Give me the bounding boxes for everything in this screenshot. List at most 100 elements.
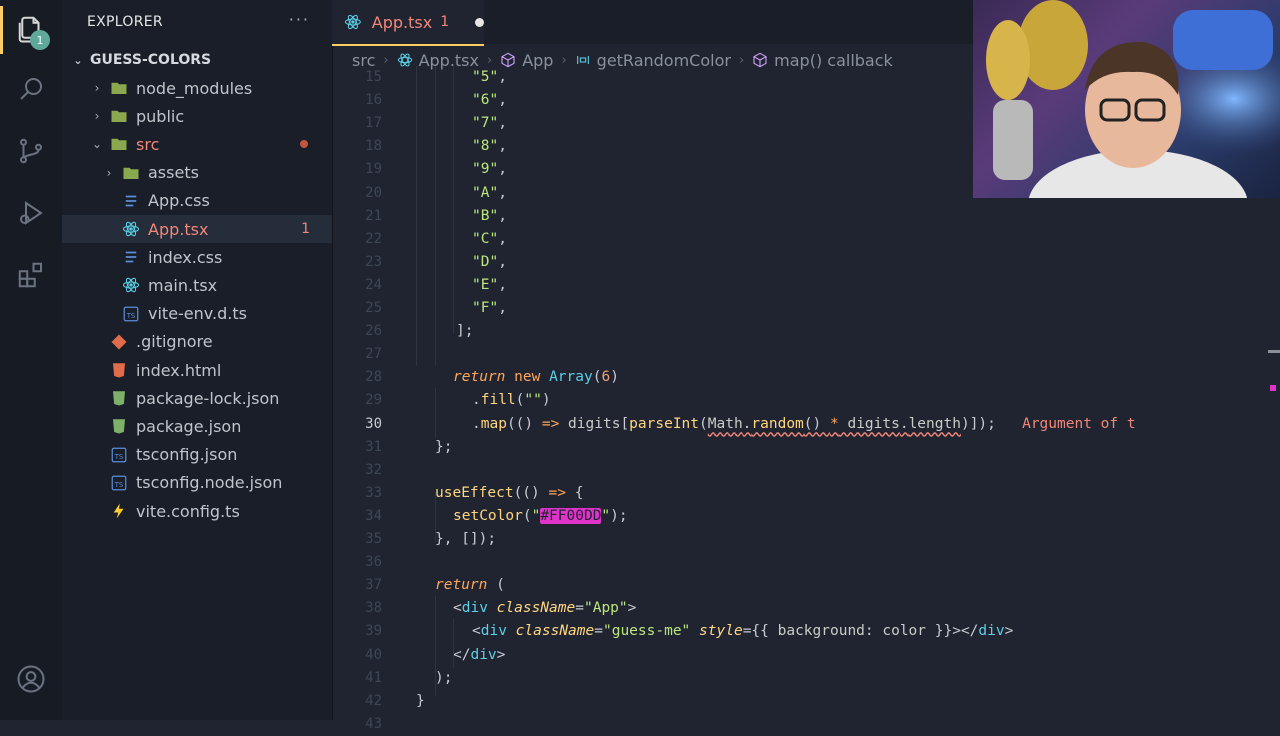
- code-line[interactable]: 41);: [332, 667, 1280, 690]
- indent-guide: [453, 66, 454, 334]
- code-line[interactable]: 29 .fill(""): [332, 389, 1280, 412]
- tree-item-node-modules[interactable]: › node_modules: [62, 74, 332, 102]
- code-text: return (: [435, 577, 505, 594]
- code-line[interactable]: 40 </div>: [332, 644, 1280, 667]
- code-line[interactable]: 26];: [332, 320, 1280, 343]
- react-icon: [344, 14, 361, 30]
- code-line[interactable]: 38 <div className="App">: [332, 597, 1280, 620]
- tree-item-label: src: [136, 134, 160, 154]
- workspace-root[interactable]: ⌄ GUESS-COLORS: [62, 48, 332, 72]
- git-icon: [110, 333, 128, 351]
- indent-guide: [435, 388, 436, 438]
- code-line[interactable]: 36: [332, 551, 1280, 574]
- explorer-badge: 1: [30, 30, 50, 50]
- tree-item-app-css[interactable]: App.css: [62, 187, 332, 215]
- code-text: useEffect(() => {: [435, 484, 584, 501]
- tree-item-vite-env-d-ts[interactable]: TS vite-env.d.ts: [62, 300, 332, 328]
- code-line[interactable]: 34 setColor("#FF00DD");: [332, 505, 1280, 528]
- code-line[interactable]: 31};: [332, 436, 1280, 459]
- code-text: );: [435, 669, 453, 686]
- chevron-right-icon: ›: [94, 109, 100, 124]
- extensions-icon[interactable]: [14, 258, 48, 292]
- explorer-sidebar: EXPLORER ··· ⌄ GUESS-COLORS › node_module…: [62, 0, 333, 720]
- code-text: };: [435, 438, 453, 455]
- tree-item-src[interactable]: ⌄ src: [62, 130, 332, 158]
- more-actions-icon[interactable]: ···: [289, 10, 310, 29]
- code-line[interactable]: 32: [332, 459, 1280, 482]
- run-debug-icon[interactable]: [14, 196, 48, 230]
- tree-item-public[interactable]: › public: [62, 102, 332, 130]
- line-number: 30: [365, 415, 382, 432]
- code-text: "D",: [472, 253, 507, 270]
- line-number: 25: [365, 300, 382, 316]
- line-number: 31: [365, 438, 382, 455]
- code-line[interactable]: 25 "F",: [332, 297, 1280, 320]
- tree-item-label: main.tsx: [148, 275, 218, 295]
- folder-icon: [110, 79, 128, 97]
- account-icon[interactable]: [14, 662, 48, 696]
- indent-guide: [435, 492, 436, 542]
- workspace-root-label: GUESS-COLORS: [90, 52, 212, 68]
- code-line[interactable]: 30 .map(() => digits[parseInt(Math.random…: [332, 413, 1280, 436]
- chevron-down-icon: ⌄: [73, 53, 83, 67]
- line-number: 16: [365, 92, 382, 109]
- tree-item-label: tsconfig.node.json: [136, 473, 283, 493]
- tree-item-tsconfig-json[interactable]: TS tsconfig.json: [62, 441, 332, 469]
- tab-problem-count: 1: [440, 14, 450, 30]
- tree-item-assets[interactable]: › assets: [62, 159, 332, 187]
- code-line[interactable]: 33 useEffect(() => {: [332, 482, 1280, 505]
- line-number: 21: [365, 207, 382, 224]
- code-line[interactable]: 22 "C",: [332, 228, 1280, 251]
- typescript-icon: TS: [110, 446, 128, 464]
- code-line[interactable]: 24 "E",: [332, 274, 1280, 297]
- code-line[interactable]: 21 "B",: [332, 205, 1280, 228]
- tree-item-label: package.json: [136, 416, 242, 436]
- tree-item-package-lock-json[interactable]: package-lock.json: [62, 384, 332, 412]
- tree-item-index-html[interactable]: index.html: [62, 356, 332, 384]
- search-icon[interactable]: [14, 72, 48, 106]
- tree-item-label: index.html: [136, 360, 222, 380]
- code-text: .map(() => digits[parseInt(Math.random()…: [472, 415, 1136, 432]
- code-line[interactable]: 35}, []);: [332, 528, 1280, 551]
- code-line[interactable]: 27: [332, 343, 1280, 366]
- react-icon: [122, 220, 140, 238]
- tree-item-tsconfig-node-json[interactable]: TS tsconfig.node.json: [62, 469, 332, 497]
- code-line[interactable]: 42}: [332, 690, 1280, 713]
- tree-item-gitignore[interactable]: .gitignore: [62, 328, 332, 356]
- code-text: ];: [456, 323, 474, 340]
- line-number: 15: [365, 69, 382, 85]
- source-control-icon[interactable]: [14, 134, 48, 168]
- code-text: return new Array(6): [453, 369, 619, 386]
- unsaved-dot-icon[interactable]: [475, 17, 484, 27]
- tree-item-package-json[interactable]: package.json: [62, 412, 332, 440]
- code-line[interactable]: 23 "D",: [332, 251, 1280, 274]
- typescript-icon: TS: [122, 305, 140, 323]
- code-line[interactable]: 28 return new Array(6): [332, 366, 1280, 389]
- code-line[interactable]: 39 <div className="guess-me" style={{ bac…: [332, 620, 1280, 643]
- code-line[interactable]: 43: [332, 713, 1280, 736]
- scrollbar-marker: [1270, 385, 1276, 391]
- react-icon: [122, 276, 140, 294]
- tree-item-app-tsx[interactable]: App.tsx 1: [62, 215, 332, 243]
- tree-item-main-tsx[interactable]: main.tsx: [62, 271, 332, 299]
- vite-icon: [110, 502, 128, 520]
- tab-app-tsx[interactable]: App.tsx 1: [332, 0, 484, 46]
- line-number: 26: [365, 323, 382, 340]
- code-text: "A",: [472, 184, 507, 201]
- folder-icon: [122, 164, 140, 182]
- tree-item-vite-config-ts[interactable]: vite.config.ts: [62, 497, 332, 525]
- svg-text:TS: TS: [114, 481, 123, 489]
- tree-item-label: node_modules: [136, 78, 253, 98]
- activity-bar: 1: [0, 0, 62, 720]
- code-text: "8",: [472, 138, 507, 155]
- tree-item-index-css[interactable]: index.css: [62, 243, 332, 271]
- chevron-down-icon: ⌄: [91, 137, 103, 152]
- indent-guide: [416, 66, 417, 366]
- line-number: 27: [365, 346, 382, 363]
- line-number: 24: [365, 276, 382, 293]
- code-line[interactable]: 37 return (: [332, 574, 1280, 597]
- line-number: 38: [365, 600, 382, 617]
- line-number: 22: [365, 230, 382, 247]
- line-number: 20: [365, 184, 382, 201]
- code-text: }, []);: [435, 531, 497, 547]
